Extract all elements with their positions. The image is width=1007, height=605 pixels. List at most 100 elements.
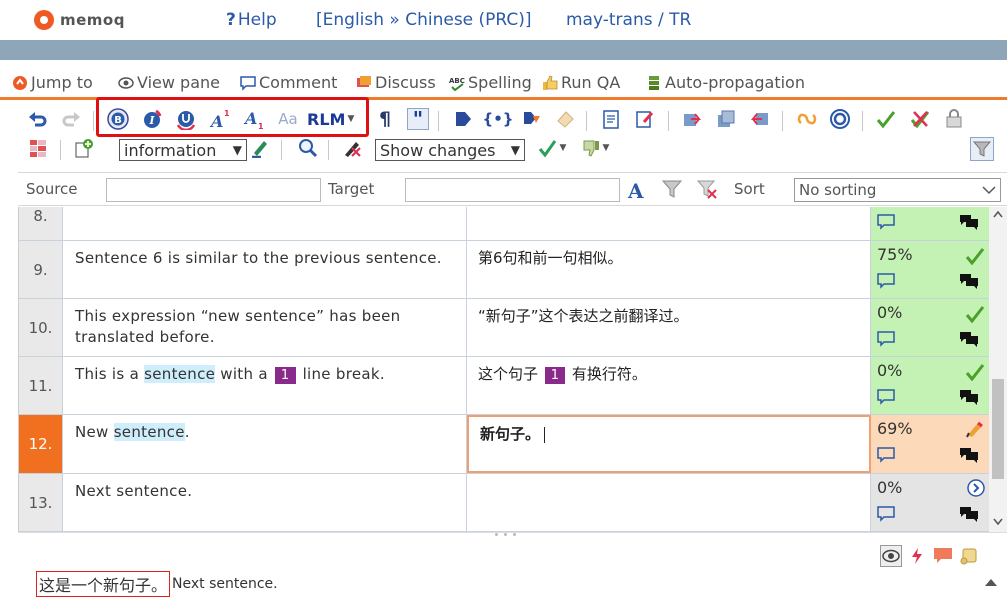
remove-tags-button[interactable] — [554, 108, 576, 130]
spelling-button[interactable]: ABC Spelling — [449, 73, 532, 92]
discussion-icon[interactable] — [959, 389, 979, 405]
preview-active-segment[interactable]: 这是一个新句子。 — [36, 571, 171, 597]
reject-button[interactable] — [909, 108, 931, 130]
discussion-icon[interactable] — [959, 214, 979, 230]
split-segment-button[interactable] — [829, 108, 851, 130]
run-qa-button[interactable]: Run QA — [542, 73, 620, 92]
comment-icon[interactable] — [877, 214, 895, 230]
source-cell[interactable]: Sentence 6 is similar to the previous se… — [63, 241, 467, 298]
paragraph-marks-button[interactable]: ¶ — [374, 108, 396, 130]
table-row[interactable]: 9. Sentence 6 is similar to the previous… — [19, 241, 989, 299]
inline-tag[interactable]: 1 — [544, 367, 566, 384]
preview-scroll-button[interactable] — [958, 545, 980, 567]
target-editor[interactable]: 新句子。 — [467, 415, 871, 473]
target-cell[interactable]: 这个句子 1 有换行符。 — [467, 357, 871, 414]
target-cell[interactable]: “新句子”这个表达之前翻译过。 — [467, 299, 871, 356]
comment-icon[interactable] — [877, 273, 895, 289]
accept-dropdown[interactable]: ▼ — [533, 137, 571, 159]
sort-select[interactable]: No sorting — [794, 178, 1001, 202]
source-cell[interactable]: This is a sentence with a 1 line break. — [63, 357, 467, 414]
apply-filter-button[interactable] — [661, 178, 683, 200]
table-row-active[interactable]: 12. New sentence. 新句子。 69% — [19, 415, 989, 474]
language-pair-link[interactable]: [English » Chinese (PRC)] — [316, 10, 532, 30]
target-text: 有换行符。 — [567, 365, 647, 383]
insert-placeholder-button[interactable]: {•} — [483, 108, 514, 130]
target-cell[interactable] — [467, 474, 871, 531]
copy-all-icon — [718, 110, 735, 127]
lock-icon — [946, 109, 962, 128]
marker-icon — [252, 141, 267, 158]
show-changes-select[interactable]: Show changes ▼ — [375, 139, 525, 161]
target-filter-input[interactable] — [405, 178, 620, 202]
find-button[interactable] — [297, 137, 319, 159]
comment-button[interactable]: Comment — [240, 73, 337, 92]
chevron-down-icon: ▼ — [232, 143, 242, 157]
preview-eye-button[interactable] — [880, 545, 902, 567]
comment-icon[interactable] — [877, 447, 895, 463]
scroll-thumb[interactable] — [992, 379, 1004, 479]
discussion-icon[interactable] — [959, 273, 979, 289]
clear-target-button[interactable] — [749, 108, 771, 130]
source-cell[interactable]: Next sentence. — [63, 474, 467, 531]
clear-marks-button[interactable] — [341, 137, 363, 159]
filter-bar: Source Target A Sort No sorting — [18, 172, 1007, 206]
discussion-icon[interactable] — [959, 331, 979, 347]
filter-button[interactable] — [970, 137, 994, 161]
information-select[interactable]: information ▼ — [119, 139, 247, 161]
source-cell[interactable]: This expression “new sentence” has been … — [63, 299, 467, 356]
copy-tag-button[interactable] — [521, 108, 543, 130]
clear-filter-button[interactable] — [696, 178, 718, 200]
discussion-icon[interactable] — [959, 506, 979, 522]
grid-scrollbar[interactable] — [989, 207, 1007, 532]
auto-propagation-button[interactable]: Auto-propagation — [646, 73, 805, 92]
table-row[interactable]: 13. Next sentence. 0% — [19, 474, 989, 532]
lightning-icon — [912, 548, 922, 564]
clipboard-button[interactable] — [600, 108, 622, 130]
preview-comment-button[interactable] — [932, 545, 954, 567]
copy-source-button[interactable] — [681, 108, 703, 130]
project-link[interactable]: may-trans / TR — [566, 10, 691, 30]
reject-dropdown[interactable]: ▼ — [576, 137, 614, 159]
comment-icon[interactable] — [877, 506, 895, 522]
help-link[interactable]: ? Help — [226, 10, 277, 30]
view-options-button[interactable] — [27, 137, 49, 159]
inline-tag[interactable]: 1 — [274, 367, 296, 384]
table-row[interactable]: 11. This is a sentence with a 1 line bre… — [19, 357, 989, 415]
join-segments-button[interactable] — [796, 108, 818, 130]
jump-to-button[interactable]: Jump to — [12, 73, 93, 92]
discuss-button[interactable]: Discuss — [356, 73, 436, 92]
table-row[interactable]: 10. This expression “new sentence” has b… — [19, 299, 989, 357]
insert-tag-button[interactable] — [452, 108, 474, 130]
comment-icon[interactable] — [877, 389, 895, 405]
target-cell[interactable] — [467, 207, 871, 240]
undo-button[interactable] — [27, 108, 49, 130]
view-pane-button[interactable]: View pane — [118, 73, 220, 92]
lock-segment-button[interactable] — [943, 108, 965, 130]
comment-icon[interactable] — [877, 331, 895, 347]
quote-button[interactable]: " — [407, 107, 429, 131]
font-size-button[interactable]: A — [627, 178, 649, 200]
source-cell[interactable]: New sentence. — [63, 415, 467, 473]
highlight-button[interactable] — [249, 137, 271, 159]
source-filter-input[interactable] — [106, 178, 321, 202]
discussion-icon[interactable] — [959, 447, 979, 463]
edit-note-button[interactable] — [634, 108, 656, 130]
target-text: 这个句子 — [478, 365, 543, 383]
term-highlight[interactable]: sentence — [113, 423, 185, 441]
splitter-handle[interactable] — [450, 533, 560, 537]
confirmed-check-icon — [965, 248, 985, 265]
preview-next-segment[interactable]: Next sentence. — [172, 576, 278, 592]
source-cell[interactable] — [63, 207, 467, 240]
table-row[interactable]: 8. — [19, 207, 989, 241]
confirm-button[interactable] — [875, 108, 897, 130]
copy-all-button[interactable] — [715, 108, 737, 130]
term-highlight[interactable]: sentence — [144, 365, 216, 383]
redo-button[interactable] — [60, 108, 82, 130]
preview-refresh-button[interactable] — [906, 545, 928, 567]
scroll-up-icon[interactable] — [984, 577, 998, 587]
add-note-button[interactable] — [73, 137, 95, 159]
scroll-up-icon[interactable] — [993, 210, 1003, 218]
target-cell[interactable]: 第6句和前一句相似。 — [467, 241, 871, 298]
scroll-down-icon[interactable] — [993, 518, 1003, 526]
toolbar-separator — [862, 111, 863, 131]
